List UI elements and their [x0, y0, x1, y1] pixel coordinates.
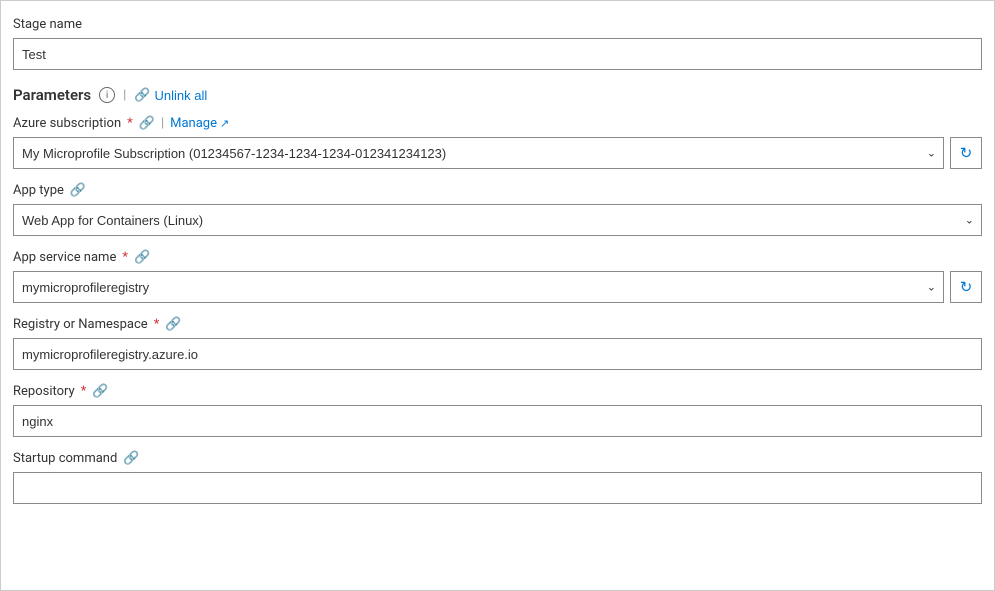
stage-name-section: Stage name — [13, 17, 982, 70]
registry-namespace-required: * — [154, 317, 160, 332]
form-container: Stage name Parameters i | 🔗 Unlink all A… — [0, 0, 995, 591]
azure-subscription-refresh-button[interactable]: ↻ — [950, 137, 982, 169]
registry-namespace-label-row: Registry or Namespace * 🔗 — [13, 317, 982, 332]
app-service-name-wrapper: mymicroprofileregistry ⌄ — [13, 271, 944, 303]
link-icon: 🔗 — [134, 87, 150, 103]
app-type-link-icon[interactable]: 🔗 — [70, 183, 86, 198]
azure-subscription-select[interactable]: My Microprofile Subscription (01234567-1… — [13, 137, 944, 169]
registry-namespace-label: Registry or Namespace — [13, 317, 148, 332]
azure-subscription-link-icon[interactable]: 🔗 — [139, 116, 155, 131]
repository-field: Repository * 🔗 — [13, 384, 982, 437]
azure-subscription-label-row: Azure subscription * 🔗 | Manage ↗ — [13, 116, 982, 131]
startup-command-label: Startup command — [13, 451, 117, 466]
app-service-name-select[interactable]: mymicroprofileregistry — [13, 271, 944, 303]
stage-name-input[interactable] — [13, 38, 982, 70]
repository-label-row: Repository * 🔗 — [13, 384, 982, 399]
startup-command-input[interactable] — [13, 472, 982, 504]
app-service-name-label: App service name — [13, 250, 116, 265]
azure-subscription-wrapper: My Microprofile Subscription (01234567-1… — [13, 137, 944, 169]
app-service-name-link-icon[interactable]: 🔗 — [134, 250, 150, 265]
azure-subscription-input-row: My Microprofile Subscription (01234567-1… — [13, 137, 982, 169]
manage-link[interactable]: Manage ↗ — [170, 116, 229, 131]
registry-namespace-input[interactable] — [13, 338, 982, 370]
app-type-label: App type — [13, 183, 64, 198]
startup-command-link-icon[interactable]: 🔗 — [123, 451, 139, 466]
sub-divider: | — [161, 116, 164, 131]
azure-subscription-label: Azure subscription — [13, 116, 121, 131]
parameters-title: Parameters — [13, 86, 91, 104]
unlink-all-button[interactable]: 🔗 Unlink all — [134, 87, 207, 103]
external-icon: ↗ — [220, 117, 229, 130]
repository-label: Repository — [13, 384, 75, 399]
repository-link-icon[interactable]: 🔗 — [92, 384, 108, 399]
app-service-name-label-row: App service name * 🔗 — [13, 250, 982, 265]
app-type-select[interactable]: Web App for Containers (Linux) — [13, 204, 982, 236]
app-type-label-row: App type 🔗 — [13, 183, 982, 198]
registry-namespace-field: Registry or Namespace * 🔗 — [13, 317, 982, 370]
parameters-header: Parameters i | 🔗 Unlink all — [13, 86, 982, 104]
info-icon[interactable]: i — [99, 87, 115, 103]
app-type-field: App type 🔗 Web App for Containers (Linux… — [13, 183, 982, 236]
app-service-refresh-icon: ↻ — [960, 278, 973, 296]
refresh-icon: ↻ — [960, 144, 973, 162]
app-service-name-field: App service name * 🔗 mymicroprofileregis… — [13, 250, 982, 303]
app-service-name-refresh-button[interactable]: ↻ — [950, 271, 982, 303]
app-service-name-required: * — [122, 250, 128, 265]
azure-subscription-required: * — [127, 116, 133, 131]
manage-label: Manage — [170, 116, 217, 131]
unlink-all-label: Unlink all — [155, 88, 208, 103]
app-service-name-input-row: mymicroprofileregistry ⌄ ↻ — [13, 271, 982, 303]
azure-subscription-field: Azure subscription * 🔗 | Manage ↗ My Mic… — [13, 116, 982, 169]
stage-name-label: Stage name — [13, 17, 982, 32]
header-divider: | — [123, 88, 126, 103]
startup-command-field: Startup command 🔗 — [13, 451, 982, 504]
app-type-wrapper: Web App for Containers (Linux) ⌄ — [13, 204, 982, 236]
startup-command-label-row: Startup command 🔗 — [13, 451, 982, 466]
registry-namespace-link-icon[interactable]: 🔗 — [165, 317, 181, 332]
repository-input[interactable] — [13, 405, 982, 437]
repository-required: * — [81, 384, 87, 399]
